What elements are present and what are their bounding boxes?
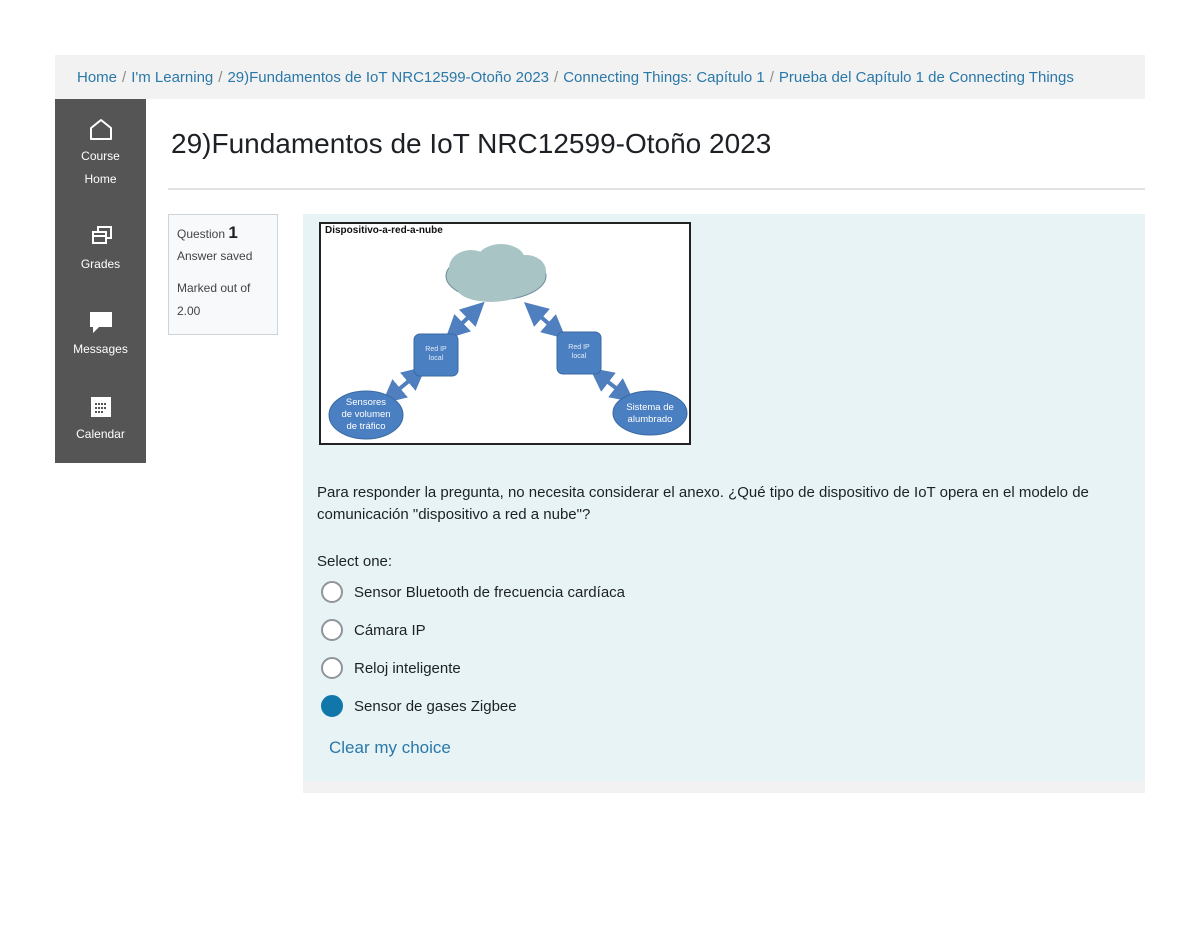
diagram-image: Dispositivo-a-red-a-nube Red IP local Re… — [319, 222, 691, 445]
right-device-label-1: Sistema de — [626, 402, 674, 413]
clear-choice-link[interactable]: Clear my choice — [329, 738, 451, 758]
answer-option-label: Sensor Bluetooth de frecuencia cardíaca — [354, 584, 626, 601]
diagram-svg: Dispositivo-a-red-a-nube Red IP local Re… — [325, 225, 688, 440]
radio-button[interactable] — [321, 581, 343, 603]
question-text: Para responder la pregunta, no necesita … — [317, 484, 1089, 523]
connector-arrow — [445, 301, 485, 340]
radio-button[interactable] — [321, 619, 343, 641]
sidebar-item-grades[interactable]: Grades — [55, 223, 146, 276]
sidebar-nav: Course Home Grades Messages Calendar — [55, 99, 146, 463]
breadcrumb-separator: / — [769, 69, 774, 86]
page-title: 29)Fundamentos de IoT NRC12599-Otoño 202… — [171, 128, 772, 159]
answer-option-label: Reloj inteligente — [354, 660, 461, 677]
right-device-label-2: alumbrado — [628, 414, 673, 425]
question-status: Answer saved — [177, 249, 253, 263]
left-device-label-3: de tráfico — [346, 421, 385, 432]
question-content: Dispositivo-a-red-a-nube Red IP local Re… — [303, 214, 1145, 781]
select-one-label: Select one: — [317, 553, 393, 570]
sidebar-item-label: Calendar — [76, 427, 125, 441]
question-label: Question — [177, 227, 226, 241]
left-device-label-2: de volumen — [341, 409, 390, 420]
cloud-icon — [445, 244, 547, 302]
breadcrumb-separator: / — [122, 69, 127, 86]
sidebar-item-label: Messages — [73, 342, 128, 356]
calendar-icon — [90, 397, 111, 417]
breadcrumb-im-learning[interactable]: I'm Learning — [131, 69, 213, 86]
sidebar-item-label: Grades — [80, 257, 121, 271]
question-footer — [303, 781, 1145, 793]
breadcrumb-course[interactable]: 29)Fundamentos de IoT NRC12599-Otoño 202… — [227, 69, 549, 86]
radio-button-checked[interactable] — [321, 695, 343, 717]
question-marks-value: 2.00 — [177, 304, 201, 318]
question-number: 1 — [228, 223, 238, 242]
sidebar-item-label: Home — [84, 172, 117, 186]
left-network-label-1: Red IP — [425, 346, 447, 353]
connector-arrow — [589, 367, 635, 403]
connector-arrow — [381, 366, 427, 404]
sidebar-item-course-home[interactable]: Course Home — [55, 115, 146, 191]
breadcrumb-home[interactable]: Home — [77, 69, 117, 86]
diagram-title: Dispositivo-a-red-a-nube — [325, 225, 443, 236]
answer-option-label: Cámara IP — [354, 622, 426, 639]
radio-button[interactable] — [321, 657, 343, 679]
sidebar-item-calendar[interactable]: Calendar — [55, 393, 146, 446]
right-network-label-2: local — [572, 353, 587, 360]
connector-arrow — [523, 302, 567, 339]
question-info: Question 1 Answer saved Marked out of 2.… — [168, 214, 278, 335]
title-divider — [168, 188, 1145, 190]
left-device-label-1: Sensores — [346, 397, 386, 408]
breadcrumb-quiz[interactable]: Prueba del Capítulo 1 de Connecting Thin… — [779, 69, 1074, 86]
messages-icon — [89, 312, 112, 333]
sidebar-item-messages[interactable]: Messages — [55, 308, 146, 361]
breadcrumb: Home / I'm Learning/29)Fundamentos de IoT … — [55, 55, 1145, 99]
grades-icon — [91, 226, 112, 244]
right-device-node — [612, 390, 688, 436]
right-network-label-1: Red IP — [568, 344, 590, 351]
breadcrumb-section[interactable]: Connecting Things: Capítulo 1 — [563, 69, 765, 86]
breadcrumb-separator: / — [218, 69, 223, 86]
left-network-label-2: local — [429, 355, 444, 362]
sidebar-item-label: Course — [81, 149, 120, 163]
home-icon — [89, 119, 112, 140]
breadcrumb-separator: / — [554, 69, 559, 86]
answer-option-label: Sensor de gases Zigbee — [354, 698, 517, 715]
question-marks-label: Marked out of — [177, 281, 251, 295]
